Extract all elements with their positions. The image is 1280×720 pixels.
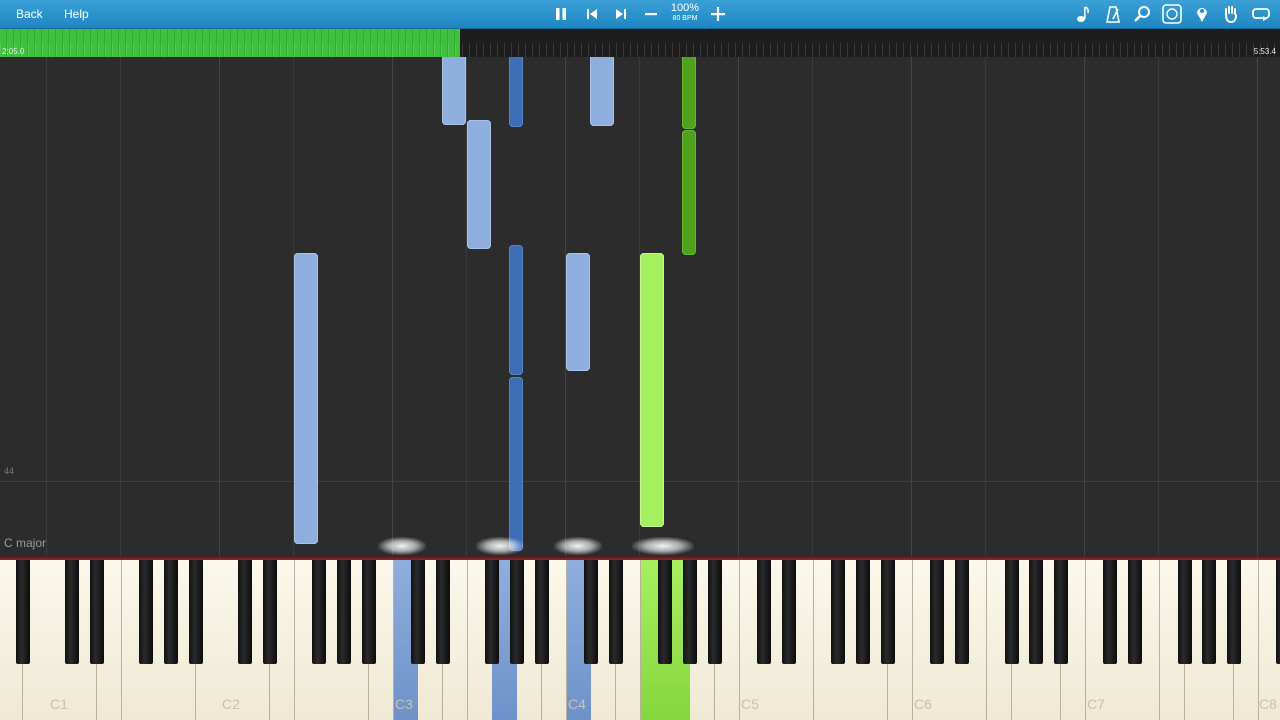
black-key[interactable]	[1276, 560, 1280, 664]
back-button[interactable]: Back	[10, 0, 49, 28]
key-hit-glow	[554, 537, 602, 555]
black-key[interactable]	[485, 560, 500, 664]
grid-line	[812, 57, 813, 557]
black-key[interactable]	[831, 560, 846, 664]
black-key[interactable]	[955, 560, 970, 664]
metronome-icon[interactable]	[1102, 3, 1124, 25]
current-time: 2:05.0	[2, 47, 25, 56]
skip-back-icon[interactable]	[581, 3, 603, 25]
octave-label: C1	[50, 696, 68, 712]
total-time: 5:53.4	[1253, 47, 1276, 56]
black-key[interactable]	[1004, 560, 1019, 664]
key-hit-glow	[632, 537, 694, 555]
black-key[interactable]	[337, 560, 352, 664]
black-key[interactable]	[1177, 560, 1192, 664]
black-key[interactable]	[312, 560, 327, 664]
black-key[interactable]	[757, 560, 772, 664]
black-key[interactable]	[683, 560, 698, 664]
black-key[interactable]	[609, 560, 623, 664]
grid-line	[46, 57, 47, 557]
key-signature: C major	[4, 536, 47, 550]
zoom-minus-icon[interactable]	[640, 3, 662, 25]
black-key[interactable]	[534, 560, 549, 664]
progress-ticks	[0, 43, 1280, 57]
black-key[interactable]	[1227, 560, 1241, 664]
black-key[interactable]	[164, 560, 179, 664]
black-key[interactable]	[930, 560, 945, 664]
black-key[interactable]	[411, 560, 426, 664]
piano-keyboard[interactable]: C1 C2 C3 C4 C5 C6 C7 C8	[0, 560, 1280, 720]
key-hit-glow	[476, 537, 524, 555]
black-key[interactable]	[188, 560, 203, 664]
black-key[interactable]	[89, 560, 104, 664]
falling-note	[509, 377, 523, 551]
grid-line	[1084, 57, 1085, 557]
black-key[interactable]	[139, 560, 154, 664]
black-key[interactable]	[510, 560, 525, 664]
grid-line	[392, 57, 393, 557]
black-key[interactable]	[361, 560, 376, 664]
octave-label: C6	[914, 696, 932, 712]
falling-note	[682, 130, 696, 255]
black-key[interactable]	[584, 560, 599, 664]
black-key[interactable]	[880, 560, 895, 664]
octave-label: C2	[222, 696, 240, 712]
grid-line	[738, 57, 739, 557]
hand-icon[interactable]	[1220, 3, 1242, 25]
black-key[interactable]	[435, 560, 450, 664]
grid-line	[911, 57, 912, 557]
grid-line	[985, 57, 986, 557]
black-key[interactable]	[1128, 560, 1143, 664]
display-icon[interactable]	[1161, 3, 1183, 25]
octave-label: C8	[1259, 696, 1277, 712]
falling-note	[640, 253, 664, 527]
black-key[interactable]	[1202, 560, 1217, 664]
zoom-value: 100%	[670, 2, 700, 14]
black-key[interactable]	[65, 560, 80, 664]
pause-icon[interactable]	[550, 3, 572, 25]
falling-note	[566, 253, 590, 371]
falling-note	[467, 120, 491, 249]
key-hit-glow	[378, 537, 426, 555]
black-key[interactable]	[1053, 560, 1068, 664]
falling-note	[682, 57, 696, 129]
black-key[interactable]	[707, 560, 722, 664]
song-progress-bar[interactable]: 2:05.0 5:53.4	[0, 29, 1280, 57]
grid-line	[1158, 57, 1159, 557]
black-key[interactable]	[658, 560, 673, 664]
falling-note	[509, 245, 523, 375]
octave-label: C4	[568, 696, 586, 712]
search-icon[interactable]	[1131, 3, 1153, 25]
octave-label: C7	[1087, 696, 1105, 712]
help-button[interactable]: Help	[58, 0, 95, 28]
measure-number: 44	[4, 466, 15, 476]
zoom-readout: 100% 80 BPM	[667, 2, 703, 26]
black-key[interactable]	[1103, 560, 1118, 664]
black-key[interactable]	[856, 560, 871, 664]
black-key[interactable]	[1029, 560, 1044, 664]
octave-label: C5	[741, 696, 759, 712]
note-icon[interactable]	[1072, 3, 1094, 25]
falling-note	[509, 57, 523, 127]
black-key[interactable]	[262, 560, 277, 664]
grid-line	[120, 57, 121, 557]
grid-line	[1257, 57, 1258, 557]
falling-note	[590, 57, 614, 126]
falling-note	[294, 253, 318, 544]
black-key[interactable]	[15, 560, 30, 664]
loop-icon[interactable]	[1250, 3, 1272, 25]
black-key[interactable]	[782, 560, 797, 664]
toolbar: Back Help 100% 80 BPM	[0, 0, 1280, 29]
skip-forward-icon[interactable]	[610, 3, 632, 25]
black-key[interactable]	[238, 560, 253, 664]
falling-note	[442, 57, 466, 125]
note-roll: 44 C major	[0, 57, 1280, 557]
grid-line	[219, 57, 220, 557]
zoom-plus-icon[interactable]	[707, 3, 729, 25]
pin-icon[interactable]	[1191, 3, 1213, 25]
bpm-value: 80 BPM	[672, 15, 698, 22]
octave-label: C3	[395, 696, 413, 712]
